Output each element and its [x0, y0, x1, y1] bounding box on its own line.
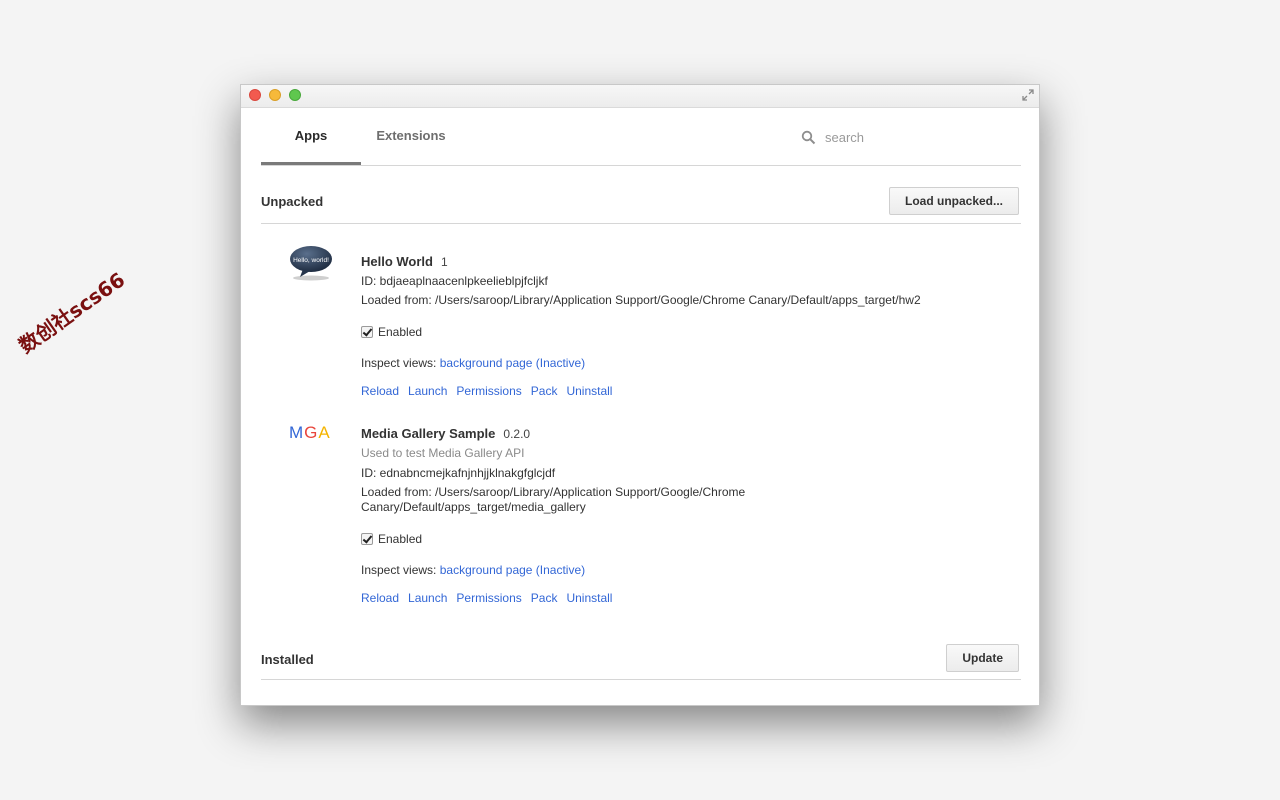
permissions-link[interactable]: Permissions [456, 384, 521, 398]
app-version: 0.2.0 [503, 427, 531, 441]
close-window-button[interactable] [249, 89, 261, 101]
background-page-link[interactable]: background page (Inactive) [440, 356, 585, 370]
installed-section-title: Installed [261, 652, 314, 667]
inspect-views-row: Inspect views: background page (Inactive… [361, 356, 961, 371]
launch-link[interactable]: Launch [408, 591, 447, 605]
app-window: Apps Extensions Unpacked Load unpacked..… [240, 84, 1040, 706]
app-actions: Reload Launch Permissions Pack Uninstall [361, 384, 961, 399]
app-name-row: Media Gallery Sample 0.2.0 [361, 426, 961, 441]
app-id: ID: bdjaeaplnaacenlpkeelieblpjfcljkf [361, 274, 548, 288]
permissions-link[interactable]: Permissions [456, 591, 521, 605]
unpacked-section-header: Unpacked Load unpacked... [261, 166, 1021, 224]
app-details: Media Gallery Sample 0.2.0 Used to test M… [361, 426, 961, 606]
app-description: Used to test Media Gallery API [361, 446, 525, 460]
app-name-row: Hello World 1 [361, 254, 961, 269]
inspect-views-label: Inspect views: [361, 563, 437, 577]
app-name: Media Gallery Sample [361, 426, 496, 441]
list-item: Hello, world! Hello World 1 ID: bdjaeapln… [261, 224, 1021, 411]
main-content: Apps Extensions Unpacked Load unpacked..… [261, 108, 1021, 680]
app-name: Hello World [361, 254, 433, 269]
mga-logo-icon: MGA [289, 423, 331, 442]
pack-link[interactable]: Pack [531, 384, 558, 398]
tab-apps[interactable]: Apps [261, 108, 361, 165]
search-icon [801, 130, 816, 145]
unpacked-section-title: Unpacked [261, 194, 324, 209]
app-actions: Reload Launch Permissions Pack Uninstall [361, 591, 961, 606]
uninstall-link[interactable]: Uninstall [566, 591, 612, 605]
fullscreen-icon[interactable] [1021, 88, 1035, 102]
watermark-text: 数创社scs66 [14, 267, 130, 358]
app-loaded-path-continued: Canary/Default/apps_target/media_gallery [361, 500, 586, 514]
enabled-checkbox[interactable] [361, 326, 373, 338]
inspect-views-label: Inspect views: [361, 356, 437, 370]
app-loaded-path: Loaded from: /Users/saroop/Library/Appli… [361, 485, 746, 499]
enabled-row: Enabled [361, 325, 961, 339]
tab-bar: Apps Extensions [261, 108, 1021, 166]
app-id: ID: ednabncmejkafnjnhjjklnakgfglcjdf [361, 466, 556, 480]
svg-text:Hello, world!: Hello, world! [293, 257, 329, 264]
pack-link[interactable]: Pack [531, 591, 558, 605]
enabled-label: Enabled [378, 532, 423, 546]
enabled-label: Enabled [378, 325, 423, 339]
installed-section-header: Installed Update [261, 629, 1021, 680]
uninstall-link[interactable]: Uninstall [566, 384, 612, 398]
app-details: Hello World 1 ID: bdjaeaplnaacenlpkeelieb… [361, 254, 961, 399]
load-unpacked-button[interactable]: Load unpacked... [888, 187, 1019, 215]
update-button[interactable]: Update [946, 644, 1019, 672]
search-input[interactable] [823, 124, 1007, 150]
hello-world-speech-bubble-icon: Hello, world! [289, 244, 333, 287]
app-version: 1 [440, 255, 448, 269]
minimize-window-button[interactable] [269, 89, 281, 101]
reload-link[interactable]: Reload [361, 384, 399, 398]
zoom-window-button[interactable] [289, 89, 301, 101]
enabled-checkbox[interactable] [361, 533, 373, 545]
app-loaded-path: Loaded from: /Users/saroop/Library/Appli… [361, 293, 921, 307]
title-bar [241, 85, 1039, 108]
launch-link[interactable]: Launch [408, 384, 447, 398]
list-item: MGA Media Gallery Sample 0.2.0 Used to te… [261, 411, 1021, 629]
inspect-views-row: Inspect views: background page (Inactive… [361, 563, 961, 578]
tab-extensions[interactable]: Extensions [361, 108, 461, 165]
reload-link[interactable]: Reload [361, 591, 399, 605]
enabled-row: Enabled [361, 532, 961, 546]
background-page-link[interactable]: background page (Inactive) [440, 563, 585, 577]
